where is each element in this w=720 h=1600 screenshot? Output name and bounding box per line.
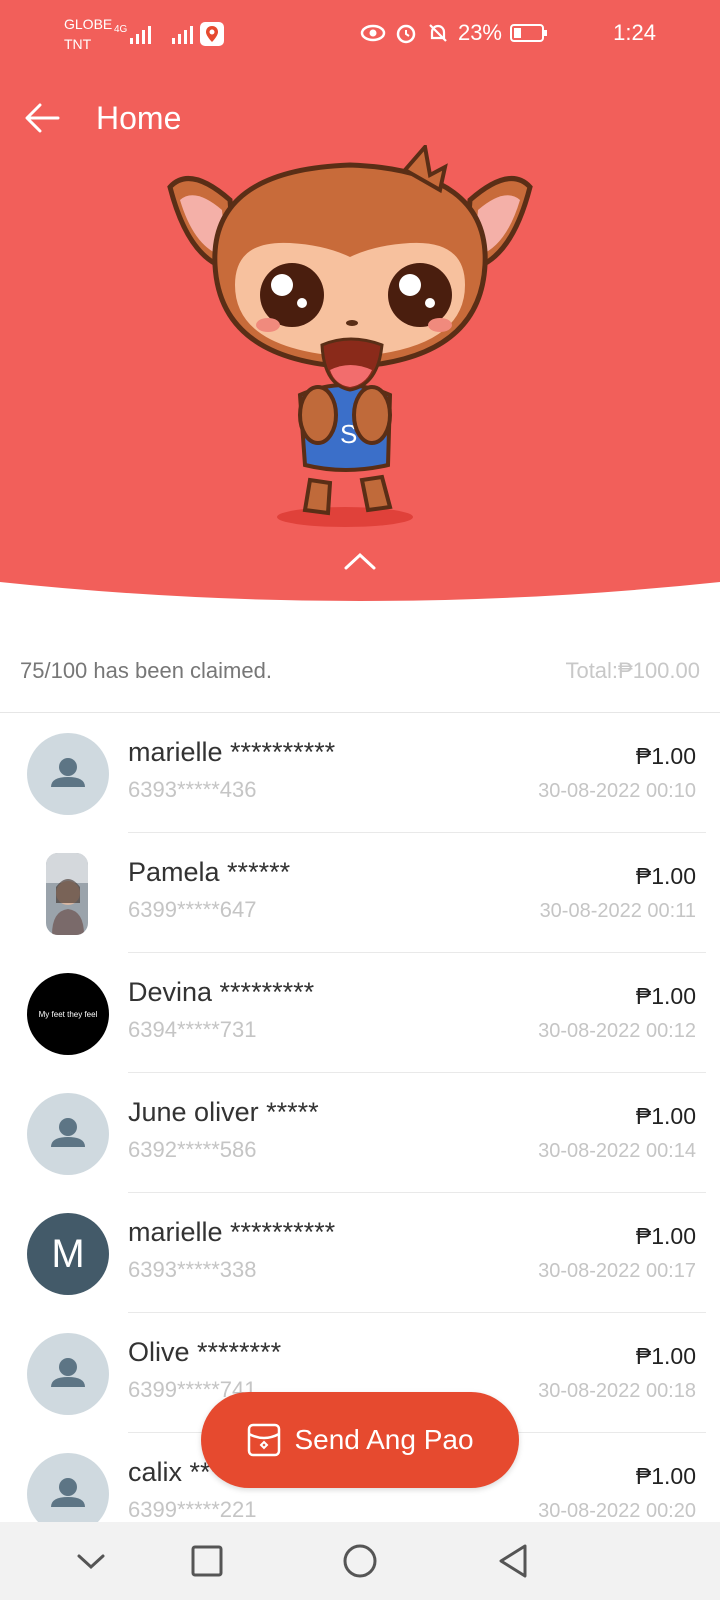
claimant-phone: 6393*****436 [128, 777, 257, 802]
nav-home-icon[interactable] [335, 1536, 385, 1586]
claim-date: 30-08-2022 00:10 [538, 780, 696, 802]
mute-bell-icon [429, 24, 447, 42]
claim-amount: ₱1.00 [635, 1103, 696, 1129]
avatar[interactable]: M [27, 1213, 109, 1295]
claim-row[interactable]: My feet they feel Devina ********* 6394***… [0, 953, 720, 1073]
claim-amount: ₱1.00 [635, 1343, 696, 1369]
claimant-phone: 6399*****647 [128, 897, 257, 922]
claimant-phone: 6399*****221 [128, 1497, 257, 1522]
claim-summary: 75/100 has been claimed. Total:₱100.00 [0, 640, 720, 700]
default-user-icon [51, 1358, 85, 1387]
signal-icon: 4G [114, 24, 151, 44]
battery-percent: 23% [457, 20, 502, 45]
clock: 1:24 [613, 20, 656, 45]
claim-row[interactable]: June oliver ***** 6392*****586 ₱1.00 30-08-… [0, 1073, 720, 1193]
claimed-count: 75/100 has been claimed. [20, 658, 272, 683]
claim-date: 30-08-2022 00:12 [538, 1020, 696, 1042]
avatar[interactable] [27, 733, 109, 815]
battery-icon [510, 24, 547, 42]
header-banner: GLOBE TNT 4G 23% 1:24 Home S [0, 0, 720, 610]
claimant-name: Pamela ****** [128, 857, 291, 887]
claim-date: 30-08-2022 00:17 [538, 1260, 696, 1282]
claim-row[interactable]: Mmarielle ********** 6393*****338 ₱1.00 30-… [0, 1193, 720, 1313]
profile-photo [46, 853, 88, 935]
claimant-phone: 6393*****338 [128, 1257, 257, 1282]
claimant-phone: 6392*****586 [128, 1137, 257, 1162]
top-app-bar: Home [0, 92, 720, 146]
page-title: Home [96, 100, 182, 136]
total-amount: Total:₱100.00 [565, 658, 700, 683]
avatar[interactable]: My feet they feel [27, 973, 109, 1055]
svg-text:4G: 4G [114, 24, 128, 35]
claimant-phone: 6394*****731 [128, 1017, 257, 1042]
avatar[interactable] [27, 1093, 109, 1175]
status-icons: 23% [360, 20, 548, 46]
claim-date: 30-08-2022 00:11 [539, 900, 696, 922]
eye-icon [360, 24, 386, 42]
system-nav-bar [0, 1522, 720, 1600]
nav-collapse-icon[interactable] [66, 1536, 116, 1586]
claimant-name: marielle ********** [128, 737, 336, 767]
claim-amount: ₱1.00 [635, 983, 696, 1009]
claimant-name: Devina ********* [128, 977, 315, 1007]
claim-row[interactable]: Pamela ****** 6399*****647 ₱1.00 30-08-2022… [0, 833, 720, 953]
claim-date: 30-08-2022 00:18 [538, 1380, 696, 1402]
monkey-mascot-illustration: S [167, 145, 533, 527]
default-user-icon [51, 758, 85, 787]
claim-date: 30-08-2022 00:20 [538, 1500, 696, 1522]
default-user-icon [51, 1118, 85, 1147]
alarm-icon [396, 24, 416, 44]
location-app-icon [200, 22, 224, 46]
red-envelope-icon [248, 1423, 281, 1457]
avatar[interactable] [27, 1333, 109, 1415]
carrier-label: GLOBE TNT [64, 16, 113, 52]
send-ang-pao-button[interactable]: Send Ang Pao [201, 1392, 519, 1488]
claim-amount: ₱1.00 [635, 743, 696, 769]
status-bar: GLOBE TNT 4G 23% 1:24 [0, 0, 720, 72]
signal-icon-2 [172, 26, 193, 44]
chevron-up-icon[interactable] [344, 552, 376, 570]
claimant-name: June oliver ***** [128, 1097, 319, 1127]
nav-back-icon[interactable] [488, 1536, 538, 1586]
claim-date: 30-08-2022 00:14 [538, 1140, 696, 1162]
avatar-letter: M [51, 1231, 85, 1276]
claim-row[interactable]: marielle ********** 6393*****436 ₱1.00 30-0… [0, 713, 720, 833]
nav-recents-icon[interactable] [182, 1536, 232, 1586]
send-ang-pao-label: Send Ang Pao [294, 1424, 474, 1455]
claim-amount: ₱1.00 [635, 1223, 696, 1249]
claim-amount: ₱1.00 [635, 863, 696, 889]
back-arrow-icon[interactable] [22, 98, 62, 138]
avatar[interactable] [46, 853, 88, 935]
claimant-name: Olive ******** [128, 1337, 282, 1367]
claim-amount: ₱1.00 [635, 1463, 696, 1489]
claimant-name: marielle ********** [128, 1217, 336, 1247]
avatar-text: My feet they feel [38, 1009, 98, 1019]
